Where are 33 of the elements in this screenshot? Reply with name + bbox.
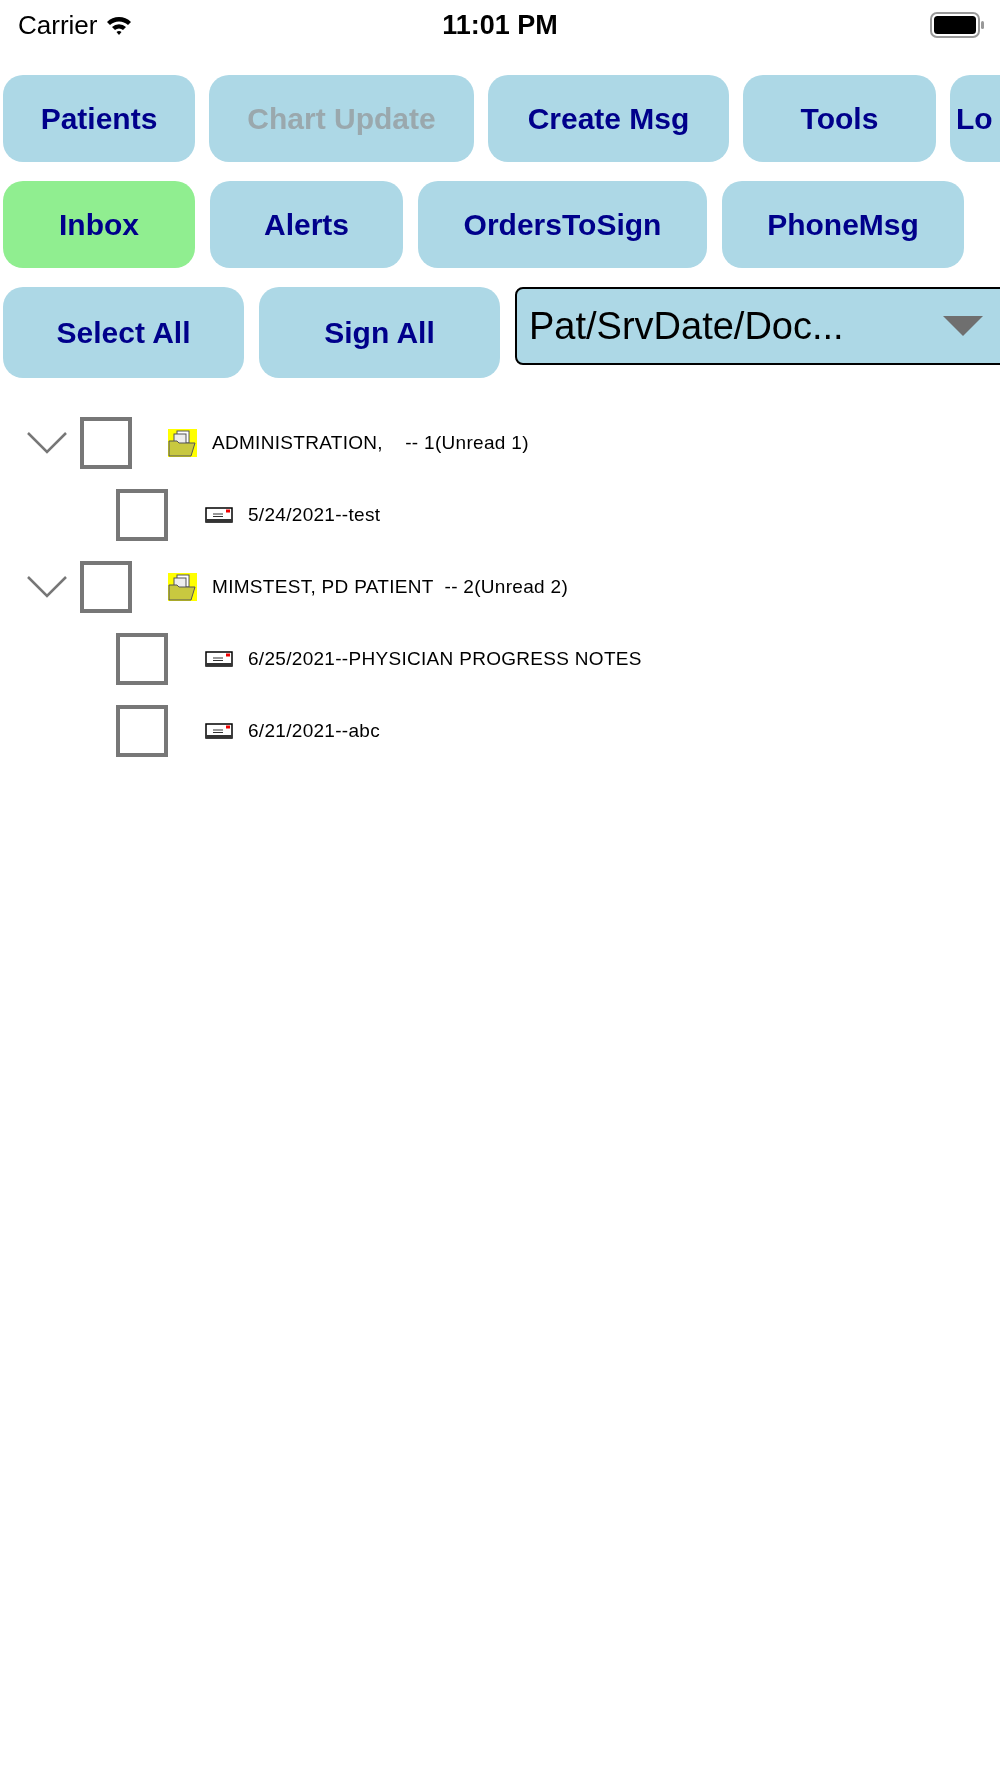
folder-icon [168,573,197,601]
dropdown-arrow-icon [943,316,983,336]
checkbox[interactable] [116,705,168,757]
toolbar-button[interactable]: Create Msg [488,75,729,162]
toolbar-button[interactable]: Lo [950,75,1000,162]
message-label[interactable]: 6/21/2021--abc [248,720,380,742]
toolbar-button[interactable]: Tools [743,75,936,162]
checkbox[interactable] [116,633,168,685]
checkbox[interactable] [116,489,168,541]
action-button[interactable]: Select All [3,287,244,378]
tab[interactable]: OrdersToSign [418,181,707,268]
chevron-icon[interactable] [27,432,67,454]
battery-icon [930,12,986,38]
tab[interactable]: Inbox [3,181,195,268]
checkbox[interactable] [80,561,132,613]
toolbar-button[interactable]: Patients [3,75,195,162]
envelope-icon [205,723,233,739]
carrier-label: Carrier [18,9,98,41]
patient-group-label[interactable]: MIMSTEST, PD PATIENT -- 2(Unread 2) [212,576,569,598]
envelope-icon [205,507,233,523]
message-label[interactable]: 5/24/2021--test [248,504,381,526]
patient-group-label[interactable]: ADMINISTRATION, -- 1(Unread 1) [212,432,529,454]
chevron-icon[interactable] [27,576,67,598]
folder-icon [168,429,197,457]
action-button[interactable]: Sign All [259,287,500,378]
message-label[interactable]: 6/25/2021--PHYSICIAN PROGRESS NOTES [248,648,642,670]
clock-time: 11:01 PM [441,9,559,41]
tab[interactable]: PhoneMsg [722,181,964,268]
checkbox[interactable] [80,417,132,469]
envelope-icon [205,651,233,667]
wifi-icon [105,14,134,36]
tab[interactable]: Alerts [210,181,403,268]
sort-dropdown[interactable]: Pat/SrvDate/Doc... [515,287,1000,365]
